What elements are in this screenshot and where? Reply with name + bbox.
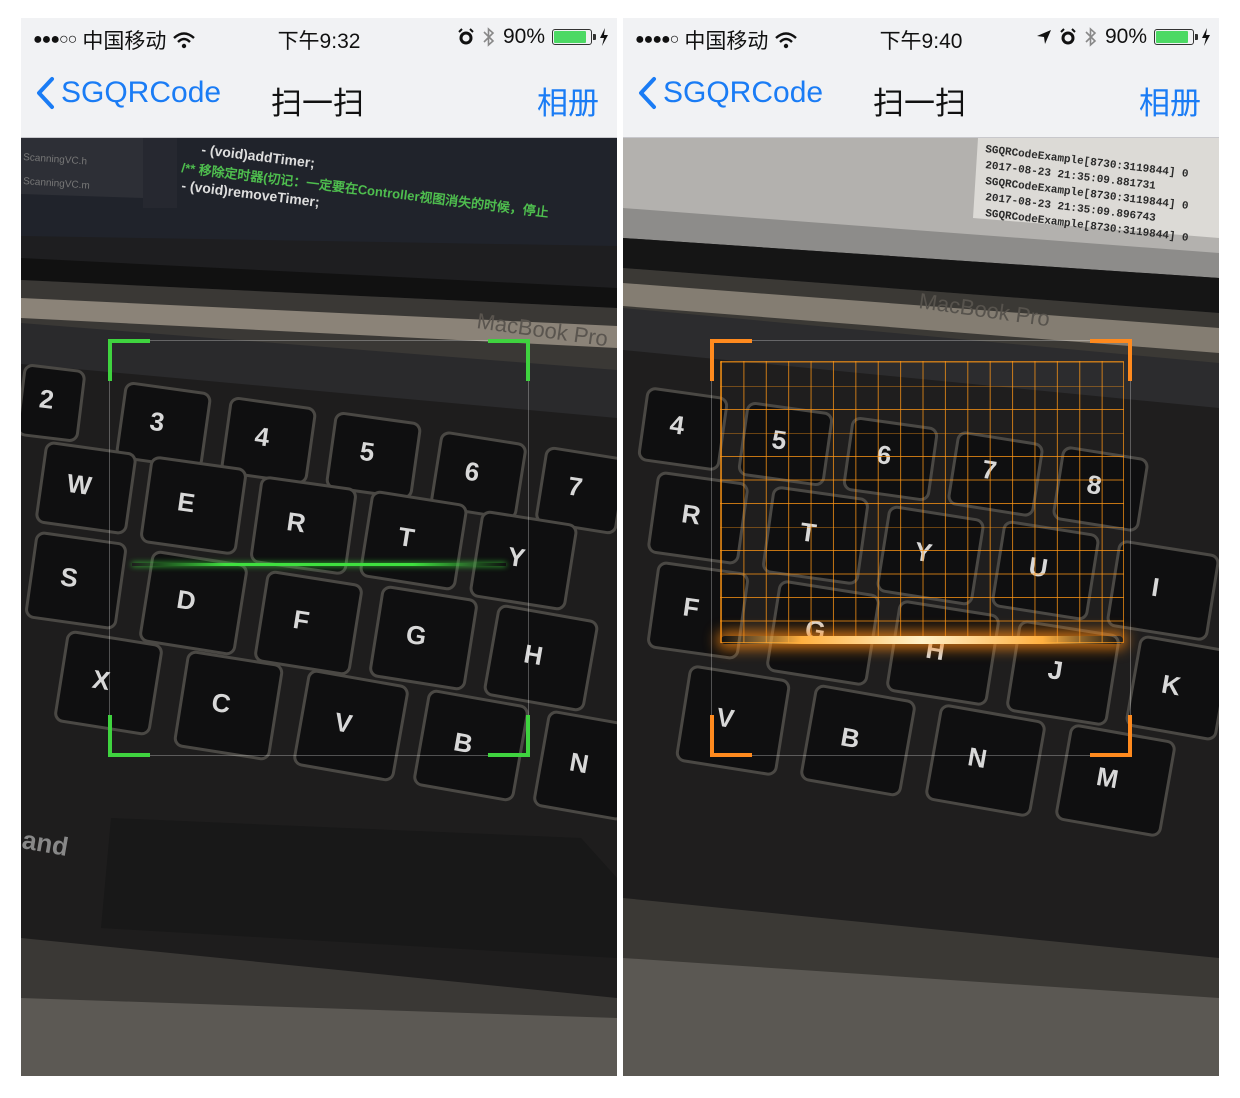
battery-icon	[552, 29, 596, 45]
battery-icon	[1154, 29, 1198, 45]
navigation-bar: SGQRCode 扫一扫 相册	[623, 56, 1219, 138]
scan-grid	[720, 361, 1124, 644]
camera-preview: ScanningVC.h ScanningVC.m - (void)addTim…	[21, 138, 617, 1076]
back-button[interactable]: SGQRCode	[35, 76, 221, 110]
chevron-left-icon	[37, 77, 54, 109]
right-phone-screen: ●●●●○ 中国移动 下午9:40 90% SGQRCode 扫一扫 相册 SG…	[623, 18, 1219, 1076]
back-button-label: SGQRCode	[61, 76, 222, 109]
navigation-bar: SGQRCode 扫一扫 相册	[21, 56, 617, 138]
status-bar: ●●●●○ 中国移动 下午9:40 90%	[623, 18, 1219, 56]
scan-corner	[710, 715, 752, 757]
scan-line	[132, 563, 506, 566]
camera-preview: SGQRCodeExample[8730:3119844] 0 2017-08-2…	[623, 138, 1219, 1076]
status-bar: ●●●○○ 中国移动 下午9:32 90%	[21, 18, 617, 56]
scan-corner	[108, 339, 150, 381]
scan-corner	[488, 715, 530, 757]
back-button[interactable]: SGQRCode	[637, 76, 823, 110]
charging-bolt-icon	[600, 28, 608, 46]
scan-corner	[1090, 715, 1132, 757]
page-title: 扫一扫	[271, 86, 364, 121]
alarm-clock-icon	[1060, 28, 1076, 45]
alarm-clock-icon	[458, 28, 474, 45]
location-arrow-icon	[1036, 30, 1051, 44]
charging-bolt-icon	[1202, 28, 1210, 46]
scan-corner	[488, 339, 530, 381]
scan-line	[721, 636, 1123, 644]
back-button-label: SGQRCode	[663, 76, 824, 109]
album-button[interactable]: 相册	[537, 78, 599, 123]
scan-frame	[108, 339, 530, 757]
album-button[interactable]: 相册	[1139, 78, 1201, 123]
key-label: W	[65, 468, 94, 501]
bluetooth-icon	[483, 27, 495, 47]
battery-percent: 90%	[502, 25, 545, 48]
scan-corner	[108, 715, 150, 757]
chevron-left-icon	[639, 77, 656, 109]
battery-percent: 90%	[1104, 25, 1147, 48]
page-title: 扫一扫	[873, 86, 966, 121]
bluetooth-icon	[1085, 27, 1097, 47]
scan-frame	[710, 339, 1132, 757]
left-phone-screen: ●●●○○ 中国移动 下午9:32 90% SGQRCode 扫一扫 相册 Sc…	[21, 18, 617, 1076]
